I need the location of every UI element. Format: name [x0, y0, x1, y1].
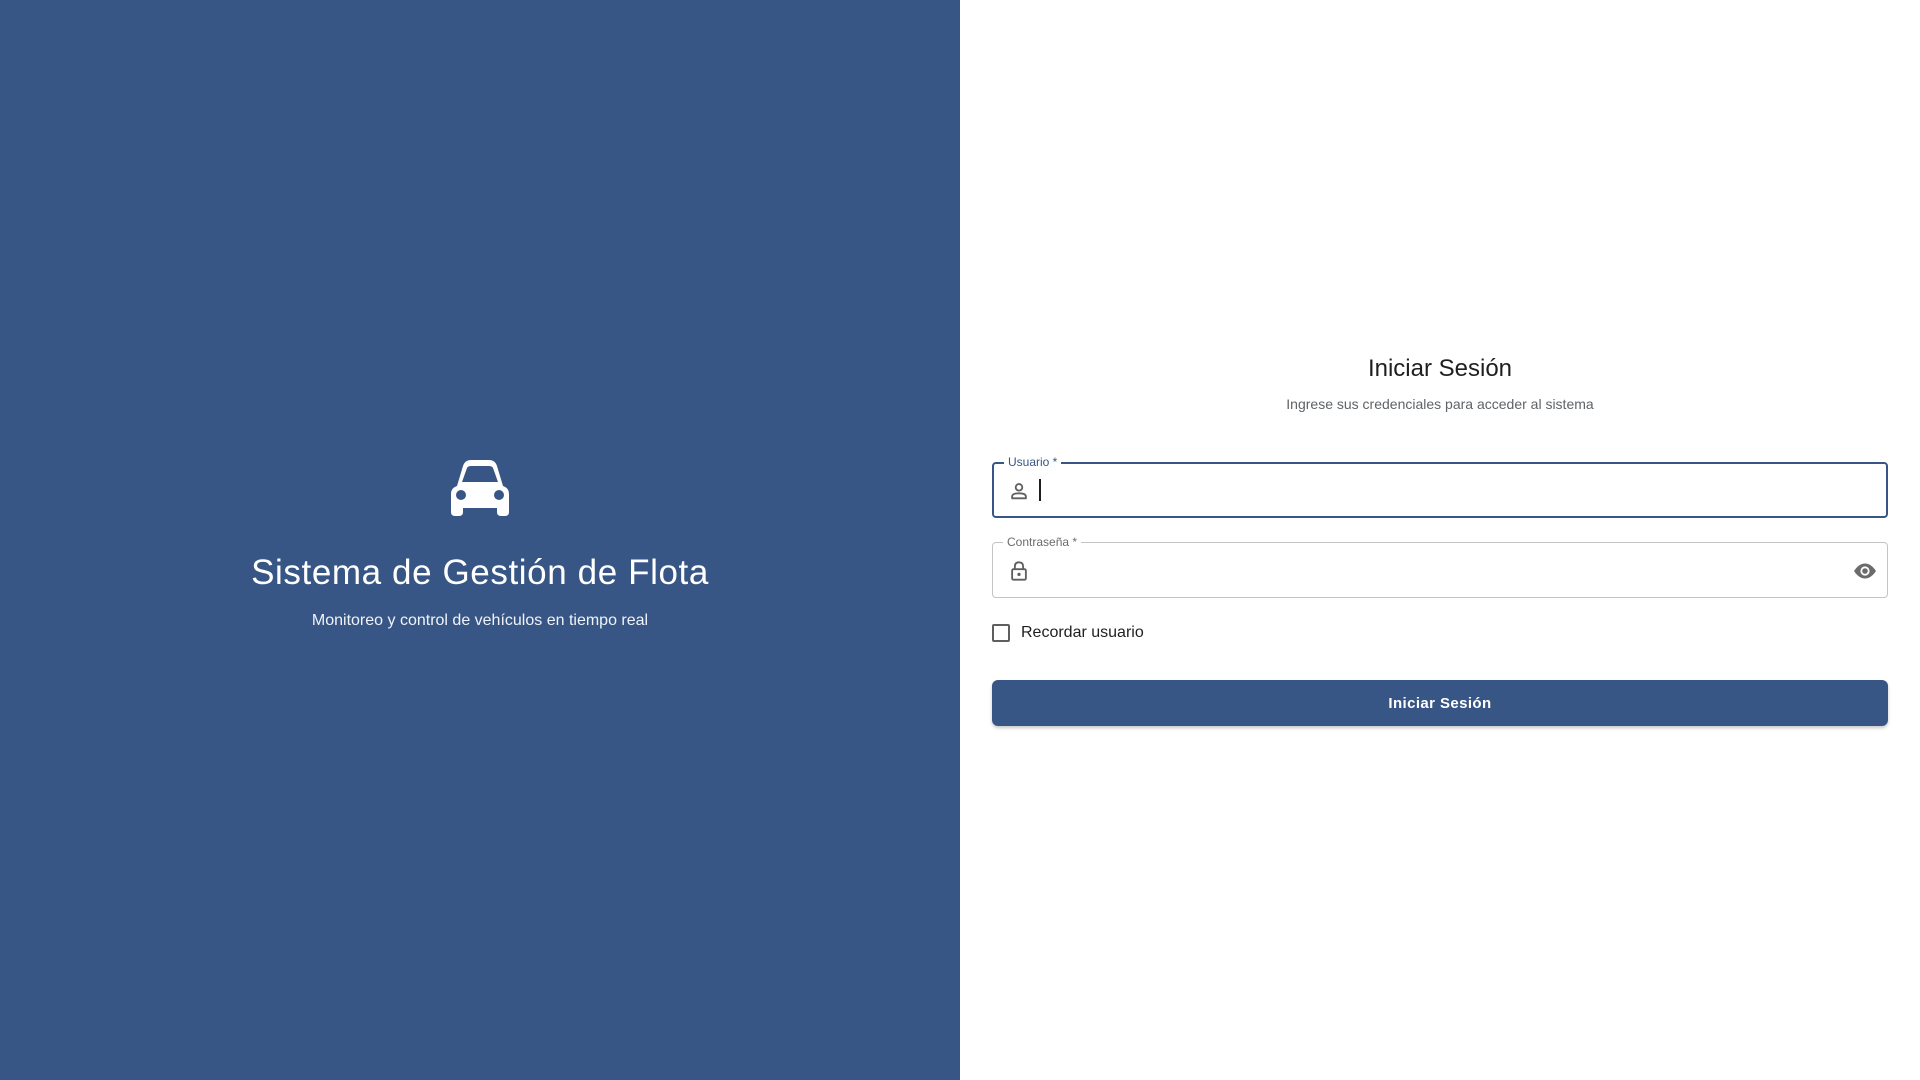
password-label: Contraseña *: [1003, 534, 1082, 550]
checkbox-box[interactable]: [992, 624, 1010, 642]
remember-user-checkbox[interactable]: Recordar usuario: [992, 624, 1144, 642]
lock-icon: [1011, 561, 1027, 581]
person-icon: [1011, 483, 1027, 500]
eye-icon[interactable]: [1853, 559, 1877, 583]
username-label: Usuario *: [1004, 454, 1062, 470]
brand-panel: Sistema de Gestión de Flota Monitoreo y …: [0, 0, 960, 1080]
login-subtitle: Ingrese sus credenciales para acceder al…: [1286, 396, 1594, 412]
username-input[interactable]: [1040, 476, 1820, 506]
login-title: Iniciar Sesión: [1367, 355, 1513, 382]
login-button[interactable]: Iniciar Sesión: [992, 680, 1888, 726]
text-caret: [1039, 479, 1041, 501]
car-icon: [451, 460, 509, 516]
remember-user-label: Recordar usuario: [1021, 624, 1144, 641]
login-page: Sistema de Gestión de Flota Monitoreo y …: [0, 0, 1920, 1080]
login-panel: Iniciar Sesión Ingrese sus credenciales …: [960, 0, 1920, 1080]
password-input[interactable]: [1039, 555, 1819, 585]
brand-title: Sistema de Gestión de Flota: [251, 553, 709, 592]
username-field[interactable]: Usuario *: [992, 454, 1888, 518]
brand-subtitle: Monitoreo y control de vehículos en tiem…: [311, 612, 649, 629]
password-field[interactable]: Contraseña *: [992, 534, 1888, 598]
